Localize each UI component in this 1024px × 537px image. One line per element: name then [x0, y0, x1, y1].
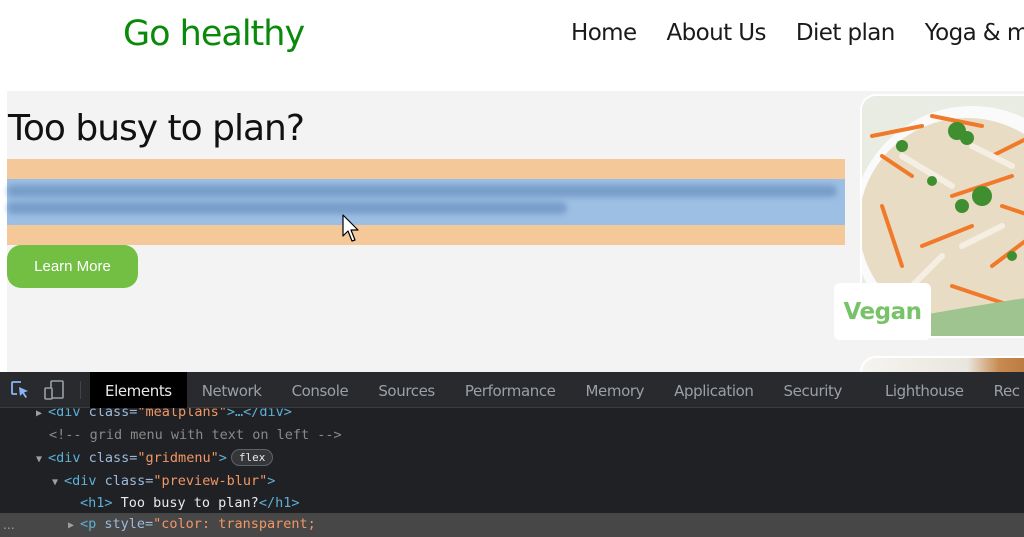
elements-tree: ▶ <div class="mealplans">…</div> <!-- gri… — [0, 408, 1024, 515]
nav-link-about-us[interactable]: About Us — [667, 20, 767, 46]
tree-node-p-selected[interactable]: ... ▶ <p style="color: transparent; — [0, 513, 1024, 537]
tab-recorder[interactable]: Rec — [979, 372, 1024, 408]
preview-blur: Too busy to plan? Learn More — [7, 91, 845, 372]
device-toolbar-icon[interactable] — [43, 379, 65, 401]
nav-link-yoga[interactable]: Yoga & me — [925, 20, 1024, 46]
tab-lighthouse[interactable]: Lighthouse — [857, 372, 979, 408]
more-options-icon[interactable]: ... — [3, 513, 15, 535]
food-image — [862, 358, 1024, 372]
inspector-highlight-content — [7, 179, 845, 225]
devtools-tabs: Elements Network Console Sources Perform… — [90, 372, 1024, 408]
collapse-triangle-icon[interactable]: ▼ — [52, 472, 64, 494]
tree-node-preview-blur[interactable]: ▼ <div class="preview-blur"> — [52, 470, 275, 492]
tab-network[interactable]: Network — [187, 372, 277, 408]
nav-link-home[interactable]: Home — [571, 20, 637, 46]
tree-node-h1[interactable]: <h1> Too busy to plan?</h1> — [80, 492, 299, 514]
site-logo[interactable]: Go healthy — [123, 14, 305, 54]
learn-more-button[interactable]: Learn More — [7, 245, 138, 288]
meal-card-label[interactable]: Vegan — [834, 283, 931, 340]
toolbar-divider — [80, 381, 81, 399]
tab-sources[interactable]: Sources — [363, 372, 450, 408]
tree-node-p[interactable]: ▶ <p style="color: transparent; — [68, 513, 316, 535]
tree-node-mealplans[interactable]: ▶ <div class="mealplans">…</div> — [36, 408, 292, 423]
tab-performance[interactable]: Performance — [450, 372, 571, 408]
flex-badge[interactable]: flex — [230, 449, 274, 466]
expand-triangle-icon[interactable]: ▶ — [68, 515, 80, 537]
nav-links: Home About Us Diet plan Yoga & me — [571, 20, 1024, 46]
tab-security[interactable]: Security — [769, 372, 857, 408]
inspector-highlight-margin — [7, 159, 845, 245]
meal-card-2[interactable] — [860, 356, 1024, 372]
tree-node-gridmenu[interactable]: ▼ <div class="gridmenu"> flex — [36, 447, 274, 471]
inspect-element-icon[interactable] — [9, 379, 31, 401]
grid-menu-section: Too busy to plan? Learn More Vegan — [7, 91, 1024, 372]
tab-console[interactable]: Console — [277, 372, 364, 408]
hero-title: Too busy to plan? — [8, 108, 305, 149]
page-viewport: Go healthy Home About Us Diet plan Yoga … — [0, 0, 1024, 372]
devtools-tabbar: Elements Network Console Sources Perform… — [0, 372, 1024, 408]
tab-memory[interactable]: Memory — [571, 372, 660, 408]
devtools-panel: Elements Network Console Sources Perform… — [0, 372, 1024, 537]
mouse-pointer-icon — [342, 214, 359, 242]
blurred-text-line — [7, 202, 567, 214]
tree-node-comment[interactable]: <!-- grid menu with text on left --> — [49, 424, 342, 446]
tab-application[interactable]: Application — [659, 372, 768, 408]
tab-elements[interactable]: Elements — [90, 372, 187, 408]
blurred-text-line — [7, 185, 837, 197]
top-navigation: Go healthy Home About Us Diet plan Yoga … — [0, 0, 1024, 90]
expand-triangle-icon[interactable]: ▶ — [36, 408, 48, 425]
collapse-triangle-icon[interactable]: ▼ — [36, 449, 48, 471]
hero-paragraph-blurred — [7, 181, 845, 223]
nav-link-diet-plan[interactable]: Diet plan — [796, 20, 895, 46]
